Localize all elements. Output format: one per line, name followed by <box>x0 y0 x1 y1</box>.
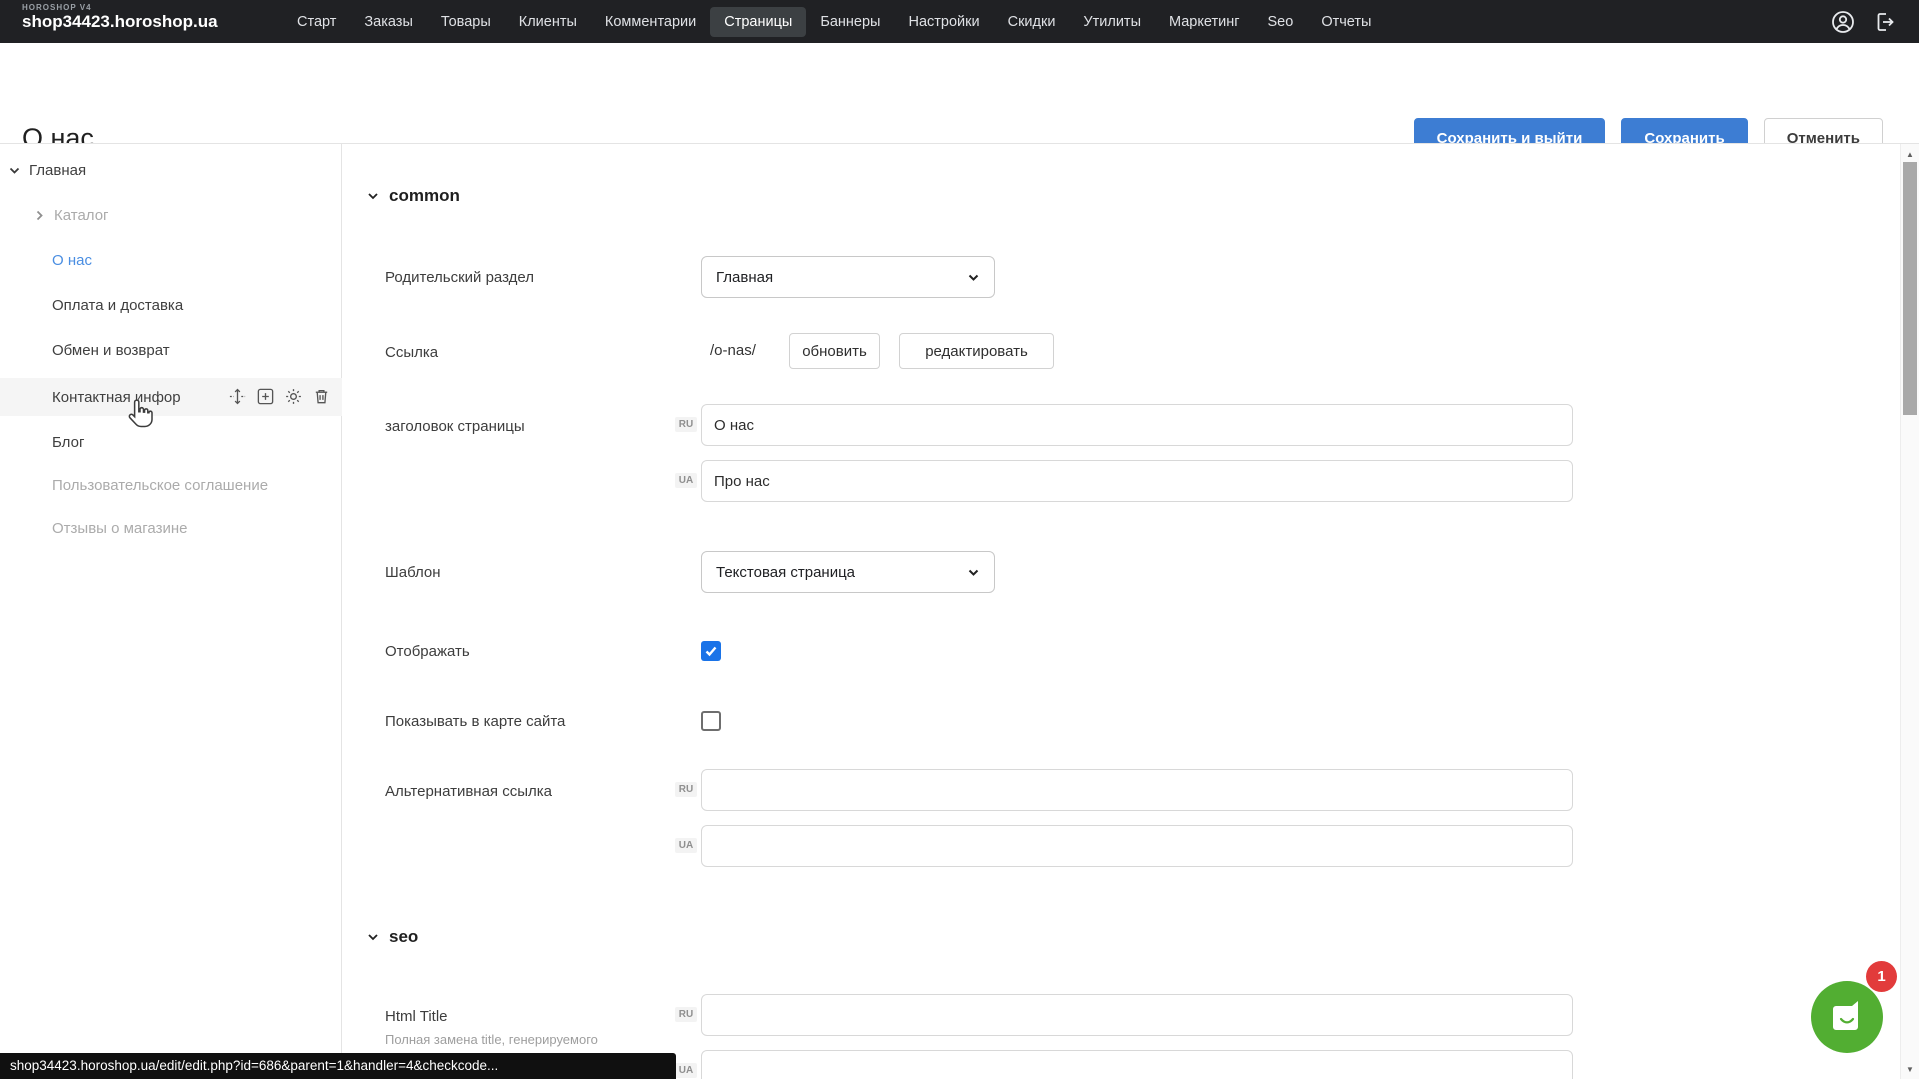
menu-item-utilities[interactable]: Утилиты <box>1069 7 1155 37</box>
menu-item-start[interactable]: Старт <box>283 7 350 37</box>
sidebar-item-payment-delivery[interactable]: Оплата и доставка <box>52 290 183 320</box>
sidebar-item-contact-info[interactable]: Контактная инфор <box>52 382 181 412</box>
top-menu: Старт Заказы Товары Клиенты Комментарии … <box>283 0 1385 43</box>
chat-bubble-icon <box>1828 998 1866 1036</box>
chevron-right-icon[interactable] <box>34 210 45 221</box>
topbar-right-icons <box>1831 0 1897 43</box>
lang-badge-ua: UA <box>675 473 697 488</box>
settings-gear-icon[interactable] <box>284 387 303 406</box>
menu-item-comments[interactable]: Комментарии <box>591 7 710 37</box>
template-select[interactable]: Текстовая страница <box>701 551 995 593</box>
html-title-label: Html Title <box>385 1008 675 1025</box>
sidebar-item-exchange-return[interactable]: Обмен и возврат <box>52 335 170 365</box>
sidebar-item-store-reviews[interactable]: Отзывы о магазине <box>52 513 187 543</box>
section-title: seo <box>389 927 418 947</box>
tree-item-action-icons <box>228 387 331 406</box>
sidebar-item-label: Отзывы о магазине <box>52 520 187 537</box>
chevron-down-icon <box>967 271 980 284</box>
page-title-label: заголовок страницы <box>385 418 675 435</box>
sidebar-item-label: Блог <box>52 434 84 451</box>
sitemap-label: Показывать в карте сайта <box>385 713 675 730</box>
sidebar-item-home[interactable]: Главная <box>9 155 86 185</box>
display-label: Отображать <box>385 643 675 660</box>
menu-item-settings[interactable]: Настройки <box>894 7 993 37</box>
status-url-tooltip: shop34423.horoshop.ua/edit/edit.php?id=6… <box>0 1053 676 1079</box>
alt-link-label: Альтернативная ссылка <box>385 783 675 800</box>
edit-link-button[interactable]: редактировать <box>899 333 1054 369</box>
scrollbar-thumb[interactable] <box>1903 162 1917 415</box>
chevron-down-icon <box>367 931 379 943</box>
page-title-ua-input[interactable] <box>701 460 1573 502</box>
chat-button[interactable] <box>1811 981 1883 1053</box>
logo-domain: shop34423.horoshop.ua <box>22 13 218 32</box>
sidebar-item-label: Оплата и доставка <box>52 297 183 314</box>
template-label: Шаблон <box>385 564 675 581</box>
chevron-down-icon[interactable] <box>9 165 20 176</box>
logout-icon[interactable] <box>1873 10 1897 34</box>
logo: HOROSHOP V4 shop34423.horoshop.ua <box>22 4 218 31</box>
account-icon[interactable] <box>1831 10 1855 34</box>
lang-badge-ru: RU <box>675 417 697 432</box>
link-path: /o-nas/ <box>710 333 756 369</box>
sidebar-item-label: Обмен и возврат <box>52 342 170 359</box>
html-title-ua-input[interactable] <box>701 1050 1573 1079</box>
vertical-scrollbar[interactable]: ▲ ▼ <box>1900 144 1919 1079</box>
html-title-ru-input[interactable] <box>701 994 1573 1036</box>
sidebar-tree: Главная Каталог О нас Оплата и доставка … <box>0 144 342 1079</box>
parent-section-label: Родительский раздел <box>385 269 675 286</box>
sidebar-item-label: Каталог <box>54 207 109 224</box>
html-title-hint: Полная замена title, генерируемого <box>385 1032 685 1047</box>
scroll-up-button[interactable]: ▲ <box>1901 146 1919 162</box>
select-value: Текстовая страница <box>716 564 855 581</box>
lang-badge-ua: UA <box>675 838 697 853</box>
move-icon[interactable] <box>228 387 247 406</box>
lang-badge-ua: UA <box>675 1063 697 1078</box>
sitemap-checkbox[interactable] <box>701 711 721 731</box>
link-label: Ссылка <box>385 344 675 361</box>
screen: HOROSHOP V4 shop34423.horoshop.ua Старт … <box>0 0 1919 1079</box>
menu-item-pages[interactable]: Страницы <box>710 7 806 37</box>
topbar: HOROSHOP V4 shop34423.horoshop.ua Старт … <box>0 0 1919 43</box>
sidebar-item-label: Главная <box>29 162 86 179</box>
form-panel: common Родительский раздел Главная Ссылк… <box>343 144 1900 1079</box>
chat-notification-badge: 1 <box>1866 961 1897 992</box>
sidebar-item-label: Контактная инфор <box>52 389 181 406</box>
menu-item-marketing[interactable]: Маркетинг <box>1155 7 1254 37</box>
sidebar-item-label: Пользовательское соглашение <box>52 477 268 494</box>
menu-item-orders[interactable]: Заказы <box>350 7 426 37</box>
mouse-hand-cursor <box>126 398 154 430</box>
chevron-down-icon <box>967 566 980 579</box>
page-title-ru-input[interactable] <box>701 404 1573 446</box>
alt-link-ru-input[interactable] <box>701 769 1573 811</box>
sidebar-item-catalog[interactable]: Каталог <box>34 200 109 230</box>
section-seo[interactable]: seo <box>367 927 418 947</box>
section-common[interactable]: common <box>367 186 460 206</box>
sidebar-item-user-agreement[interactable]: Пользовательское соглашение <box>52 470 268 500</box>
select-value: Главная <box>716 269 773 286</box>
menu-item-discounts[interactable]: Скидки <box>994 7 1070 37</box>
alt-link-ua-input[interactable] <box>701 825 1573 867</box>
refresh-link-button[interactable]: обновить <box>789 333 880 369</box>
sidebar-item-blog[interactable]: Блог <box>52 427 84 457</box>
menu-item-reports[interactable]: Отчеты <box>1307 7 1385 37</box>
display-checkbox[interactable] <box>701 641 721 661</box>
section-title: common <box>389 186 460 206</box>
sidebar-item-label: О нас <box>52 252 92 269</box>
page-header: О нас Сохранить и выйти Сохранить Отмени… <box>0 43 1919 143</box>
add-icon[interactable] <box>256 387 275 406</box>
menu-item-seo[interactable]: Seo <box>1254 7 1308 37</box>
check-icon <box>704 644 718 658</box>
chevron-down-icon <box>367 190 379 202</box>
scroll-down-button[interactable]: ▼ <box>1901 1061 1919 1077</box>
menu-item-clients[interactable]: Клиенты <box>505 7 591 37</box>
lang-badge-ru: RU <box>675 1007 697 1022</box>
sidebar-item-about[interactable]: О нас <box>52 245 92 275</box>
delete-trash-icon[interactable] <box>312 387 331 406</box>
lang-badge-ru: RU <box>675 782 697 797</box>
parent-section-select[interactable]: Главная <box>701 256 995 298</box>
menu-item-products[interactable]: Товары <box>427 7 505 37</box>
menu-item-banners[interactable]: Баннеры <box>806 7 894 37</box>
